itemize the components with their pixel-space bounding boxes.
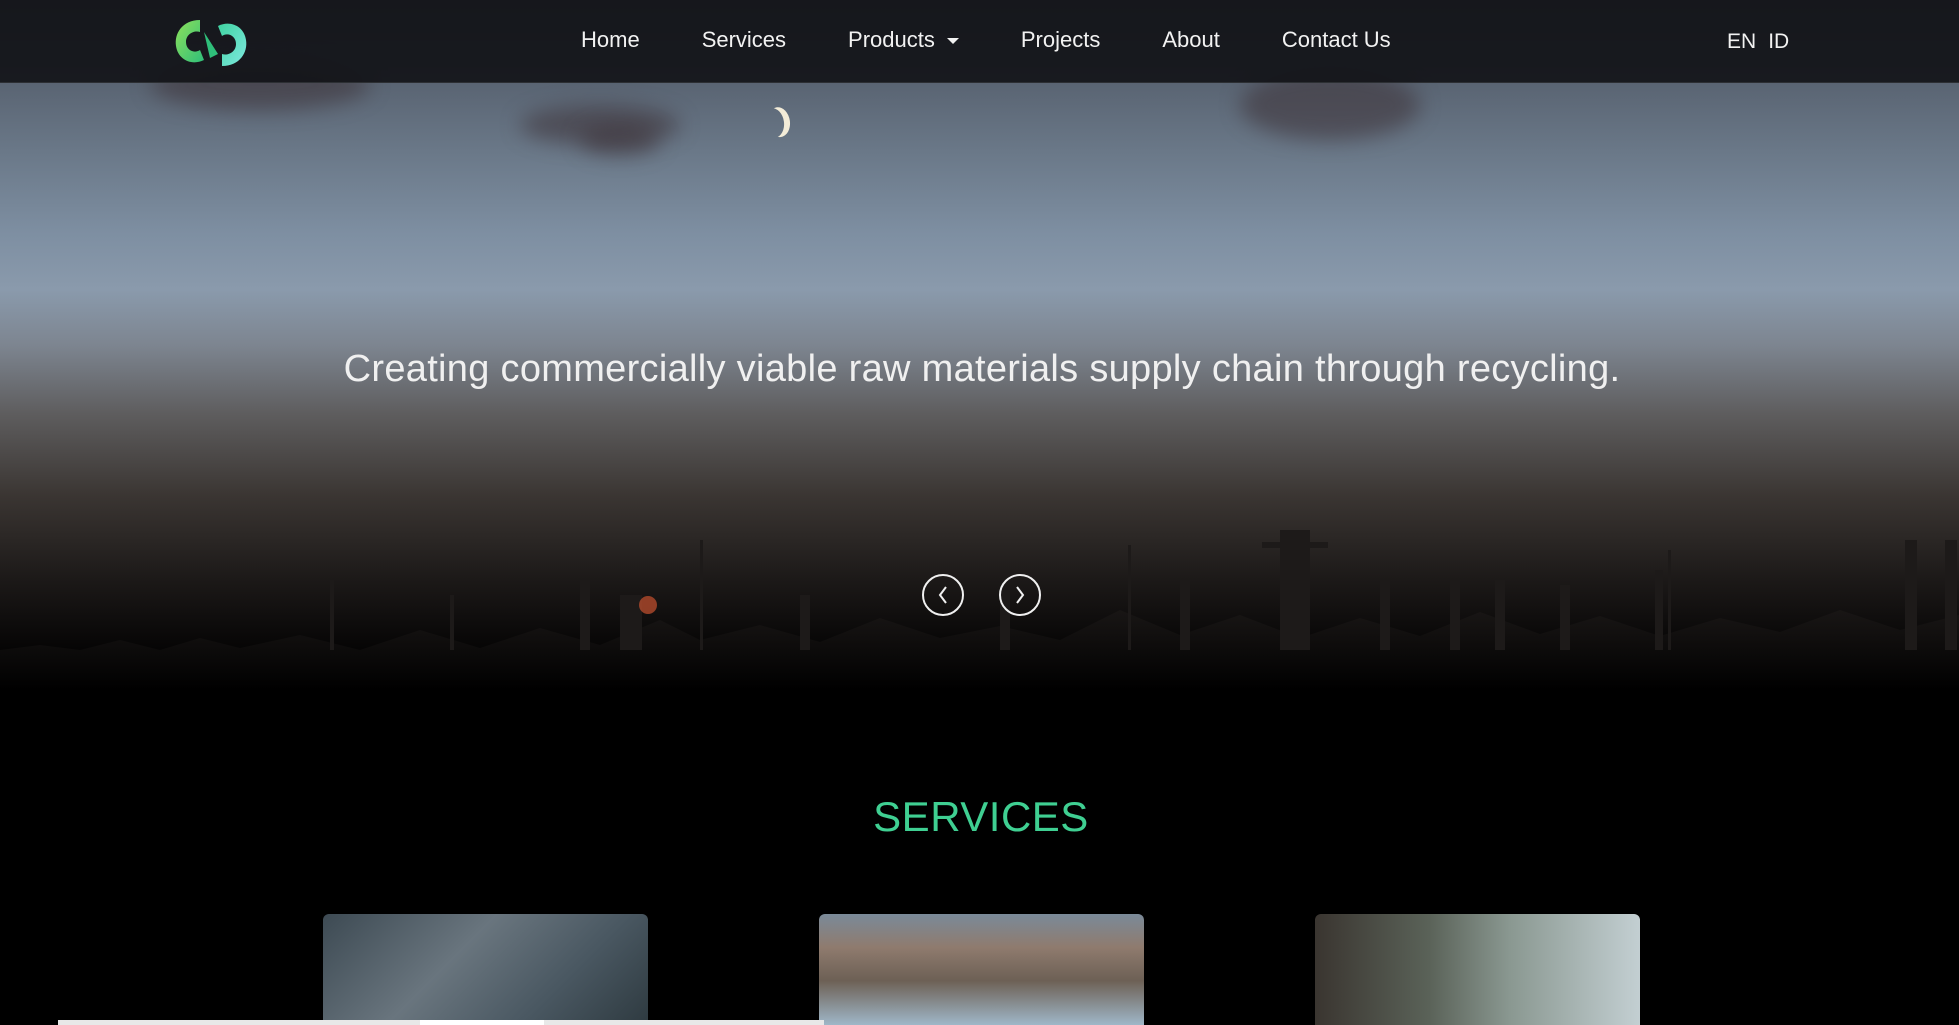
carousel-prev-button[interactable] — [922, 574, 964, 616]
cloud-shape — [580, 125, 660, 155]
hero-tagline: Creating commercially viable raw materia… — [343, 348, 1621, 390]
hero-banner — [0, 0, 1959, 690]
chevron-right-icon — [1016, 586, 1025, 604]
services-heading: SERVICES — [873, 793, 1089, 840]
nav-home[interactable]: Home — [581, 27, 640, 53]
nav-products-label: Products — [848, 27, 935, 52]
moon-icon — [760, 107, 786, 140]
service-card-1-image[interactable] — [323, 914, 648, 1025]
nav-about[interactable]: About — [1162, 27, 1220, 53]
chevron-left-icon — [938, 586, 947, 604]
nav-contact-us[interactable]: Contact Us — [1282, 27, 1391, 53]
language-switcher: EN ID — [1727, 30, 1801, 54]
lang-id[interactable]: ID — [1768, 30, 1789, 54]
nav-services[interactable]: Services — [702, 27, 786, 53]
caret-down-icon — [946, 38, 959, 44]
service-card-2-image[interactable] — [819, 914, 1144, 1025]
nav-projects[interactable]: Projects — [1021, 27, 1100, 53]
scrollbar-thumb[interactable] — [420, 1020, 544, 1025]
recycle-loop-logo-icon[interactable] — [170, 14, 252, 72]
carousel-next-button[interactable] — [999, 574, 1041, 616]
lang-en[interactable]: EN — [1727, 30, 1756, 54]
port-skyline-silhouette — [0, 530, 1959, 690]
service-card-3-image[interactable] — [1315, 914, 1640, 1025]
top-navbar: Home Services Products Projects About Co… — [0, 0, 1959, 83]
nav-products-dropdown[interactable]: Products — [848, 27, 959, 53]
